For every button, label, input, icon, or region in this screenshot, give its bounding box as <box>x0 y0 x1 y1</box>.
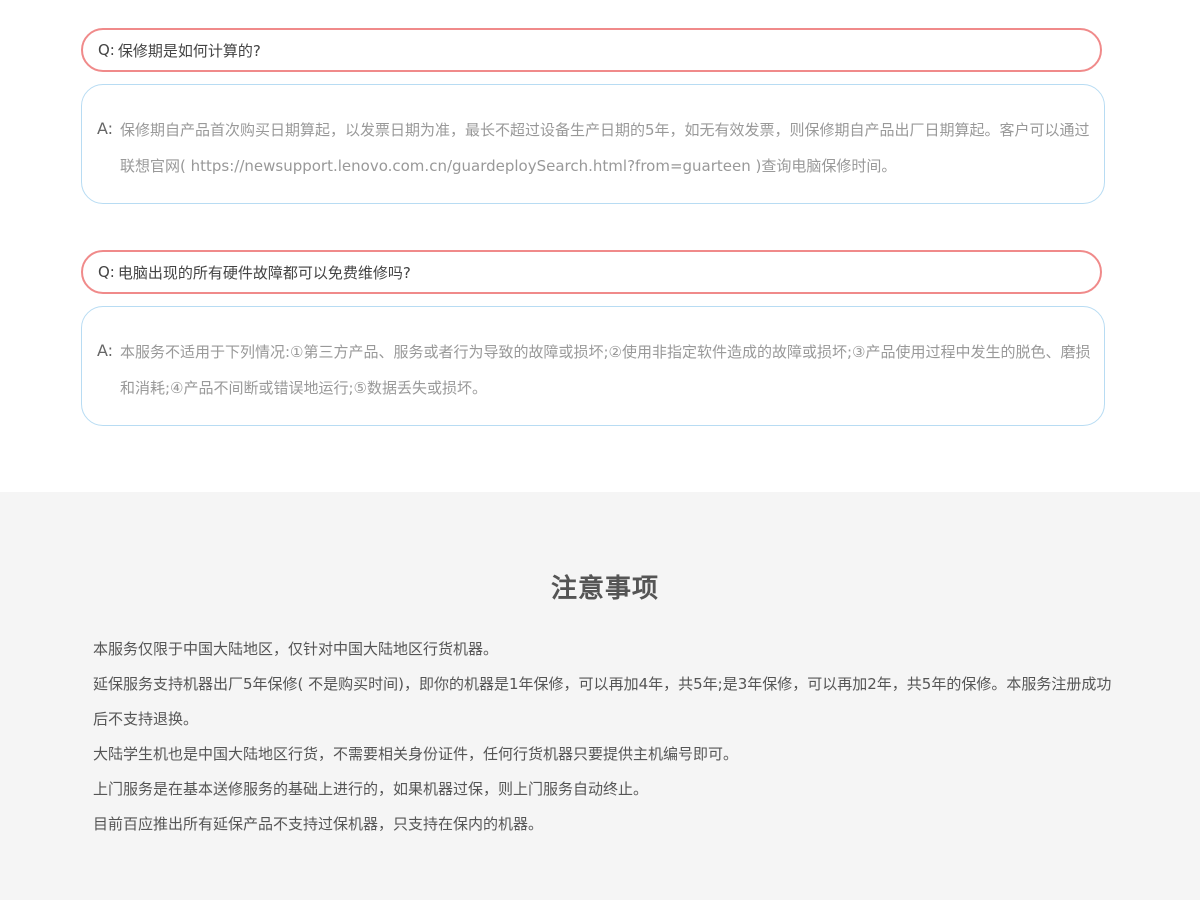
notes-section: 注意事项 本服务仅限于中国大陆地区，仅针对中国大陆地区行货机器。 延保服务支持机… <box>0 492 1200 900</box>
note-item: 目前百应推出所有延保产品不支持过保机器，只支持在保内的机器。 <box>93 815 544 833</box>
notes-list: 本服务仅限于中国大陆地区，仅针对中国大陆地区行货机器。 延保服务支持机器出厂5年… <box>93 632 1118 842</box>
answer-prefix: A: <box>97 119 114 138</box>
note-item: 本服务仅限于中国大陆地区，仅针对中国大陆地区行货机器。 <box>93 640 499 658</box>
faq-answer-1: A: 保修期自产品首次购买日期算起，以发票日期为准，最长不超过设备生产日期的5年… <box>81 84 1105 204</box>
note-item: 大陆学生机也是中国大陆地区行货，不需要相关身份证件，任何行货机器只要提供主机编号… <box>93 745 739 763</box>
question-text: 电脑出现的所有硬件故障都可以免费维修吗? <box>117 263 411 282</box>
faq-section: Q: 保修期是如何计算的? A: 保修期自产品首次购买日期算起，以发票日期为准，… <box>0 0 1200 492</box>
question-text: 保修期是如何计算的? <box>117 41 261 60</box>
faq-question-1[interactable]: Q: 保修期是如何计算的? <box>81 28 1102 72</box>
answer-text: 保修期自产品首次购买日期算起，以发票日期为准，最长不超过设备生产日期的5年，如无… <box>120 121 1090 175</box>
notes-title: 注意事项 <box>550 574 659 604</box>
note-item: 延保服务支持机器出厂5年保修( 不是购买时间)，即你的机器是1年保修，可以再加4… <box>93 675 1112 728</box>
answer-text: 本服务不适用于下列情况:①第三方产品、服务或者行为导致的故障或损坏;②使用非指定… <box>120 343 1091 397</box>
note-item: 上门服务是在基本送修服务的基础上进行的，如果机器过保，则上门服务自动终止。 <box>93 780 649 798</box>
question-prefix: Q: <box>98 41 115 59</box>
faq-answer-2: A: 本服务不适用于下列情况:①第三方产品、服务或者行为导致的故障或损坏;②使用… <box>81 306 1105 426</box>
answer-prefix: A: <box>97 341 114 360</box>
faq-question-2[interactable]: Q: 电脑出现的所有硬件故障都可以免费维修吗? <box>81 250 1102 294</box>
question-prefix: Q: <box>98 263 115 281</box>
page: Q: 保修期是如何计算的? A: 保修期自产品首次购买日期算起，以发票日期为准，… <box>0 0 1200 900</box>
